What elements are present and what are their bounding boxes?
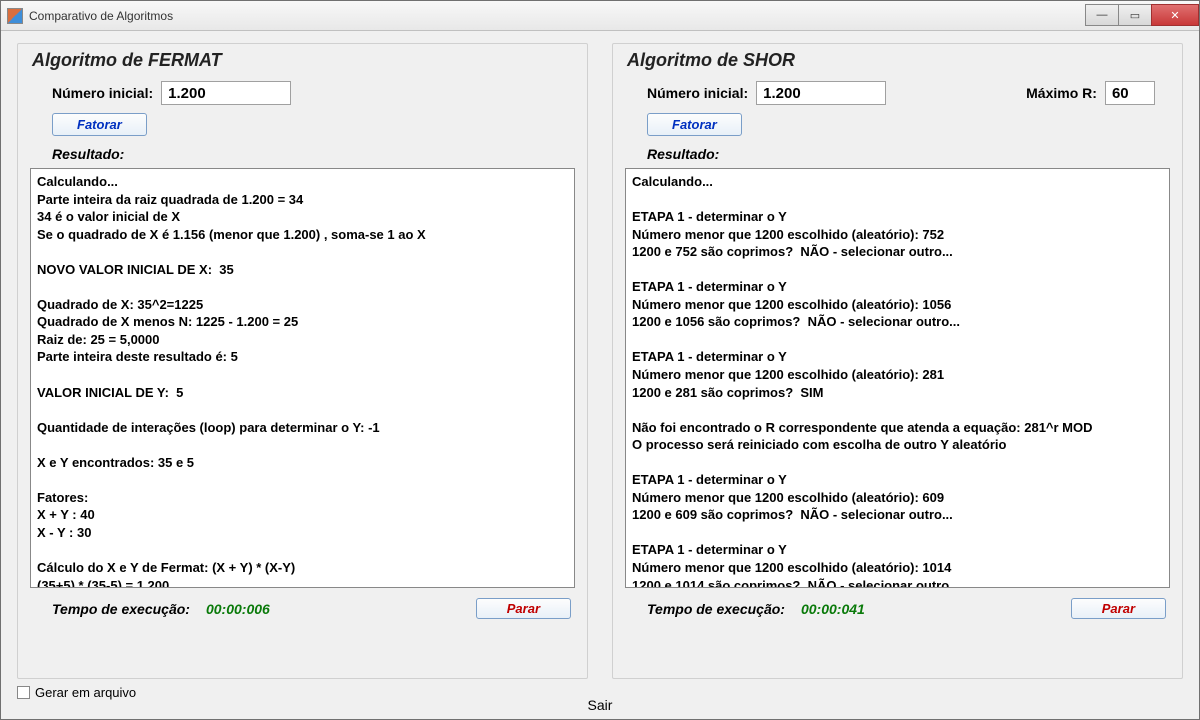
titlebar[interactable]: Comparativo de Algoritmos — ▭ ✕: [1, 1, 1199, 31]
shor-fatorar-button[interactable]: Fatorar: [647, 113, 742, 136]
gerar-arquivo-checkbox[interactable]: [17, 686, 30, 699]
fermat-parar-button[interactable]: Parar: [476, 598, 571, 619]
fermat-resultado-label: Resultado:: [52, 146, 575, 162]
shor-numero-label: Número inicial:: [647, 85, 748, 101]
fermat-output[interactable]: Calculando... Parte inteira da raiz quad…: [30, 168, 575, 588]
shor-exec-label: Tempo de execução:: [647, 601, 785, 617]
fermat-numero-input[interactable]: [161, 81, 291, 105]
fermat-panel: Algoritmo de FERMAT Número inicial: Fato…: [17, 43, 588, 679]
fermat-numero-label: Número inicial:: [52, 85, 153, 101]
client-area: Algoritmo de FERMAT Número inicial: Fato…: [1, 31, 1199, 719]
shor-output[interactable]: Calculando... ETAPA 1 - determinar o Y N…: [625, 168, 1170, 588]
minimize-button[interactable]: —: [1085, 4, 1119, 26]
sair-button[interactable]: Sair: [588, 697, 613, 713]
close-button[interactable]: ✕: [1151, 4, 1199, 26]
shor-resultado-label: Resultado:: [647, 146, 1170, 162]
shor-panel: Algoritmo de SHOR Número inicial: Máximo…: [612, 43, 1183, 679]
shor-parar-button[interactable]: Parar: [1071, 598, 1166, 619]
fermat-exec-time: 00:00:006: [206, 601, 270, 617]
app-icon: [7, 8, 23, 24]
fermat-title: Algoritmo de FERMAT: [32, 50, 575, 71]
app-window: Comparativo de Algoritmos — ▭ ✕ Algoritm…: [0, 0, 1200, 720]
gerar-arquivo-label: Gerar em arquivo: [35, 685, 136, 700]
maximize-button[interactable]: ▭: [1118, 4, 1152, 26]
shor-maxr-label: Máximo R:: [1026, 85, 1097, 101]
fermat-fatorar-button[interactable]: Fatorar: [52, 113, 147, 136]
shor-title: Algoritmo de SHOR: [627, 50, 1170, 71]
shor-numero-input[interactable]: [756, 81, 886, 105]
shor-exec-time: 00:00:041: [801, 601, 865, 617]
window-title: Comparativo de Algoritmos: [29, 9, 1086, 23]
shor-maxr-input[interactable]: [1105, 81, 1155, 105]
fermat-exec-label: Tempo de execução:: [52, 601, 190, 617]
window-controls: — ▭ ✕: [1086, 5, 1199, 26]
